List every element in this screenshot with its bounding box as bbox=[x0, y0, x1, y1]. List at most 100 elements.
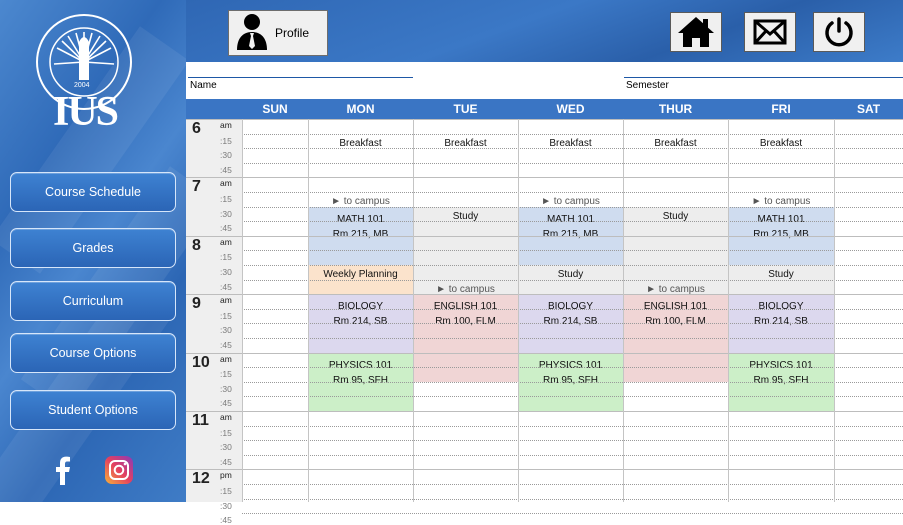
hour-label: 9 bbox=[192, 295, 201, 313]
quarter-line bbox=[242, 381, 903, 383]
home-button[interactable] bbox=[670, 12, 722, 52]
hour-suffix: am bbox=[220, 412, 232, 422]
hour-line bbox=[186, 177, 903, 179]
quarter-label: :15 bbox=[220, 310, 232, 321]
quarter-label: :45 bbox=[220, 281, 232, 292]
event-text: Rm 215, MB bbox=[542, 228, 599, 240]
quarter-line bbox=[242, 323, 903, 325]
university-logo: 2004 IUS bbox=[34, 12, 134, 136]
event-text: Rm 100, FLM bbox=[645, 316, 706, 328]
quarter-line bbox=[242, 396, 903, 398]
quarter-line bbox=[242, 308, 903, 310]
mail-button[interactable] bbox=[744, 12, 796, 52]
hour-label: 6 bbox=[192, 120, 201, 137]
quarter-label: :15 bbox=[220, 252, 232, 263]
column-line bbox=[834, 119, 835, 502]
column-line bbox=[413, 119, 414, 502]
hour-suffix: pm bbox=[220, 470, 232, 481]
event-text: Rm 95, SFH bbox=[542, 374, 598, 386]
event-text: Rm 95, SFH bbox=[332, 374, 388, 386]
facebook-icon[interactable] bbox=[48, 455, 78, 485]
schedule-event[interactable]: Breakfast bbox=[518, 134, 623, 149]
course-schedule: SUN MON TUE WED THUR FRI SAT Breakfast Breakfas… bbox=[186, 99, 903, 525]
schedule-event[interactable]: Breakfast bbox=[623, 134, 728, 149]
quarter-label: :15 bbox=[220, 194, 232, 204]
event-text: MATH 101 bbox=[757, 213, 805, 225]
day-header-tue: TUE bbox=[453, 102, 478, 116]
quarter-line bbox=[242, 454, 903, 456]
schedule-event[interactable]: Breakfast bbox=[308, 134, 413, 149]
hour-label: 8 bbox=[192, 236, 201, 254]
event-text: Rm 95, SFH bbox=[753, 374, 809, 386]
day-header: SUN MON TUE WED THUR FRI SAT bbox=[186, 99, 903, 119]
profile-button[interactable]: Profile bbox=[228, 10, 328, 56]
schedule-event[interactable]: Breakfast bbox=[728, 134, 834, 149]
hour-suffix: am bbox=[220, 295, 232, 306]
quarter-label: :30 bbox=[220, 442, 232, 453]
curriculum-button[interactable]: Curriculum bbox=[10, 281, 176, 321]
quarter-label: :30 bbox=[220, 383, 232, 394]
quarter-label: :15 bbox=[220, 486, 232, 496]
hour-suffix: am bbox=[220, 120, 232, 130]
name-field[interactable] bbox=[188, 77, 413, 78]
student-options-button[interactable]: Student Options bbox=[10, 390, 176, 430]
event-text: Rm 215, MB bbox=[753, 228, 809, 240]
quarter-label: :15 bbox=[220, 427, 232, 438]
quarter-line bbox=[242, 265, 903, 266]
quarter-label: :30 bbox=[220, 267, 232, 277]
instagram-icon[interactable] bbox=[104, 455, 134, 485]
hour-line bbox=[186, 294, 903, 296]
course-options-button[interactable]: Course Options bbox=[10, 333, 176, 373]
event-text: MATH 101 bbox=[336, 213, 385, 225]
hour-line bbox=[186, 469, 903, 471]
hour-line bbox=[186, 119, 903, 120]
power-button[interactable] bbox=[813, 12, 865, 52]
event-text: PHYSICS 101 bbox=[538, 359, 603, 371]
day-header-sat: SAT bbox=[856, 102, 881, 116]
event-text: PHYSICS 101 bbox=[749, 359, 813, 371]
mail-icon bbox=[753, 19, 787, 45]
top-bar: Profile bbox=[186, 0, 903, 62]
quarter-label: :15 bbox=[220, 135, 232, 146]
quarter-label: :45 bbox=[220, 398, 232, 409]
quarter-label: :45 bbox=[220, 340, 232, 350]
quarter-line bbox=[242, 162, 903, 164]
column-line bbox=[242, 119, 243, 502]
event-text: MATH 101 bbox=[546, 213, 595, 225]
day-header-sun: SUN bbox=[262, 102, 288, 116]
quarter-line bbox=[242, 206, 903, 208]
day-header-fri: FRI bbox=[771, 102, 791, 116]
quarter-line bbox=[242, 279, 903, 281]
quarter-line bbox=[242, 221, 903, 223]
day-header-thur: THUR bbox=[658, 102, 693, 116]
quarter-line bbox=[242, 367, 903, 369]
home-icon bbox=[678, 17, 714, 47]
hour-suffix: am bbox=[220, 353, 232, 364]
quarter-label: :30 bbox=[220, 208, 232, 219]
quarter-line bbox=[242, 440, 903, 442]
power-icon bbox=[825, 17, 853, 47]
quarter-line bbox=[242, 250, 903, 252]
schedule-event[interactable]: Breakfast bbox=[413, 134, 518, 149]
day-header-mon: MON bbox=[346, 102, 375, 116]
event-text: BIOLOGY bbox=[337, 301, 383, 313]
course-schedule-button[interactable]: Course Schedule bbox=[10, 172, 176, 212]
quarter-label: :15 bbox=[220, 369, 232, 380]
event-text: Rm 215, MB bbox=[332, 228, 389, 240]
event-text: ENGLISH 101 bbox=[433, 301, 498, 313]
logo-text: IUS bbox=[52, 89, 119, 135]
quarter-line bbox=[242, 338, 903, 339]
event-text: Rm 214, SB bbox=[754, 316, 808, 328]
hour-label: 12 bbox=[192, 470, 210, 488]
event-text: Rm 100, FLM bbox=[435, 316, 496, 328]
quarter-label: :45 bbox=[220, 456, 232, 467]
hour-label: 10 bbox=[192, 353, 210, 371]
quarter-label: :45 bbox=[220, 164, 232, 175]
grades-button[interactable]: Grades bbox=[10, 228, 176, 268]
profile-label: Profile bbox=[275, 26, 310, 40]
quarter-label: :45 bbox=[220, 223, 232, 234]
semester-label: Semester bbox=[626, 80, 669, 91]
name-label: Name bbox=[190, 80, 217, 91]
semester-field[interactable] bbox=[624, 77, 903, 78]
quarter-line bbox=[242, 133, 903, 135]
